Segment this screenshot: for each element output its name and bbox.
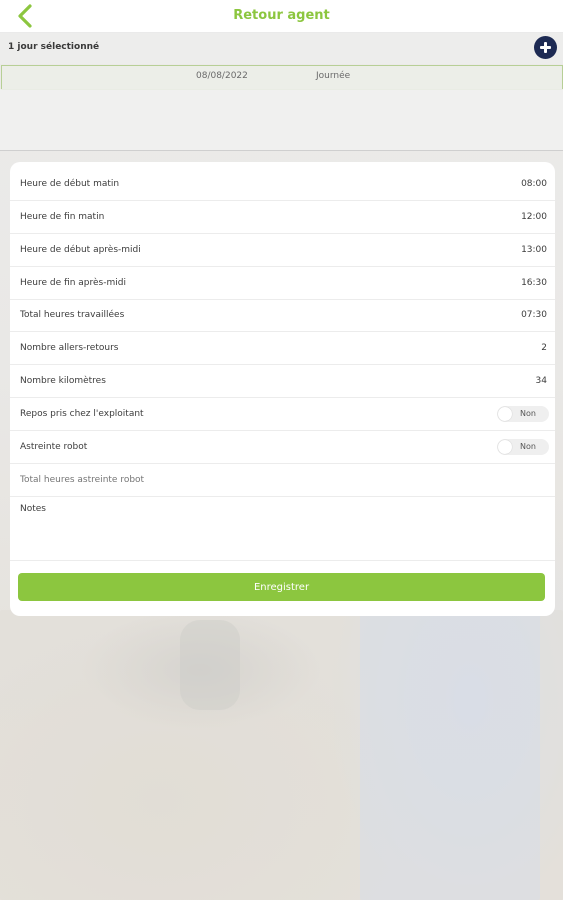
top-bar: Retour agent: [0, 0, 563, 33]
round-trips-value: 2: [541, 343, 547, 353]
rest-at-farmer-label: Repos pris chez l'exploitant: [20, 409, 144, 419]
toggle-state: Non: [520, 442, 536, 451]
notes-label: Notes: [20, 504, 46, 514]
start-afternoon-row[interactable]: Heure de début après-midi 13:00: [10, 234, 555, 267]
selection-summary: 1 jour sélectionné: [8, 42, 100, 52]
kilometers-label: Nombre kilomètres: [20, 376, 106, 386]
selection-bar: 1 jour sélectionné: [0, 33, 563, 64]
end-afternoon-value: 16:30: [521, 278, 547, 288]
kilometers-row[interactable]: Nombre kilomètres 34: [10, 365, 555, 398]
end-afternoon-label: Heure de fin après-midi: [20, 278, 126, 288]
page-title: Retour agent: [233, 8, 330, 23]
start-morning-label: Heure de début matin: [20, 179, 120, 189]
robot-duty-label: Astreinte robot: [20, 442, 88, 452]
rest-at-farmer-row: Repos pris chez l'exploitant Non: [10, 398, 555, 431]
total-hours-value: 07:30: [521, 310, 547, 320]
total-hours-row[interactable]: Total heures travaillées 07:30: [10, 299, 555, 332]
save-button[interactable]: Enregistrer: [18, 573, 545, 601]
robot-duty-hours-row: [10, 464, 555, 497]
end-afternoon-row[interactable]: Heure de fin après-midi 16:30: [10, 267, 555, 300]
end-morning-label: Heure de fin matin: [20, 212, 105, 222]
robot-duty-hours-input[interactable]: [20, 475, 540, 485]
robot-duty-row: Astreinte robot Non: [10, 431, 555, 464]
toggle-knob: [498, 407, 512, 421]
kilometers-value: 34: [535, 376, 547, 386]
end-morning-row[interactable]: Heure de fin matin 12:00: [10, 201, 555, 234]
day-date: 08/08/2022: [196, 71, 248, 81]
selected-day-row[interactable]: 08/08/2022 Journée: [1, 65, 563, 90]
toggle-state: Non: [520, 409, 536, 418]
rest-at-farmer-toggle[interactable]: Non: [497, 406, 549, 422]
start-afternoon-label: Heure de début après-midi: [20, 245, 141, 255]
round-trips-label: Nombre allers-retours: [20, 343, 119, 353]
toggle-knob: [498, 440, 512, 454]
start-morning-value: 08:00: [521, 179, 547, 189]
notes-section: Notes: [10, 496, 555, 561]
day-list-empty-area: [0, 89, 563, 151]
total-hours-label: Total heures travaillées: [20, 310, 125, 320]
round-trips-row[interactable]: Nombre allers-retours 2: [10, 332, 555, 365]
day-type: Journée: [316, 71, 351, 81]
start-afternoon-value: 13:00: [521, 245, 547, 255]
form-card: Heure de début matin 08:00 Heure de fin …: [10, 162, 555, 616]
start-morning-row[interactable]: Heure de début matin 08:00: [10, 168, 555, 201]
notes-textarea[interactable]: [20, 518, 549, 558]
plus-circle-icon[interactable]: [534, 36, 557, 59]
robot-duty-toggle[interactable]: Non: [497, 439, 549, 455]
end-morning-value: 12:00: [521, 212, 547, 222]
